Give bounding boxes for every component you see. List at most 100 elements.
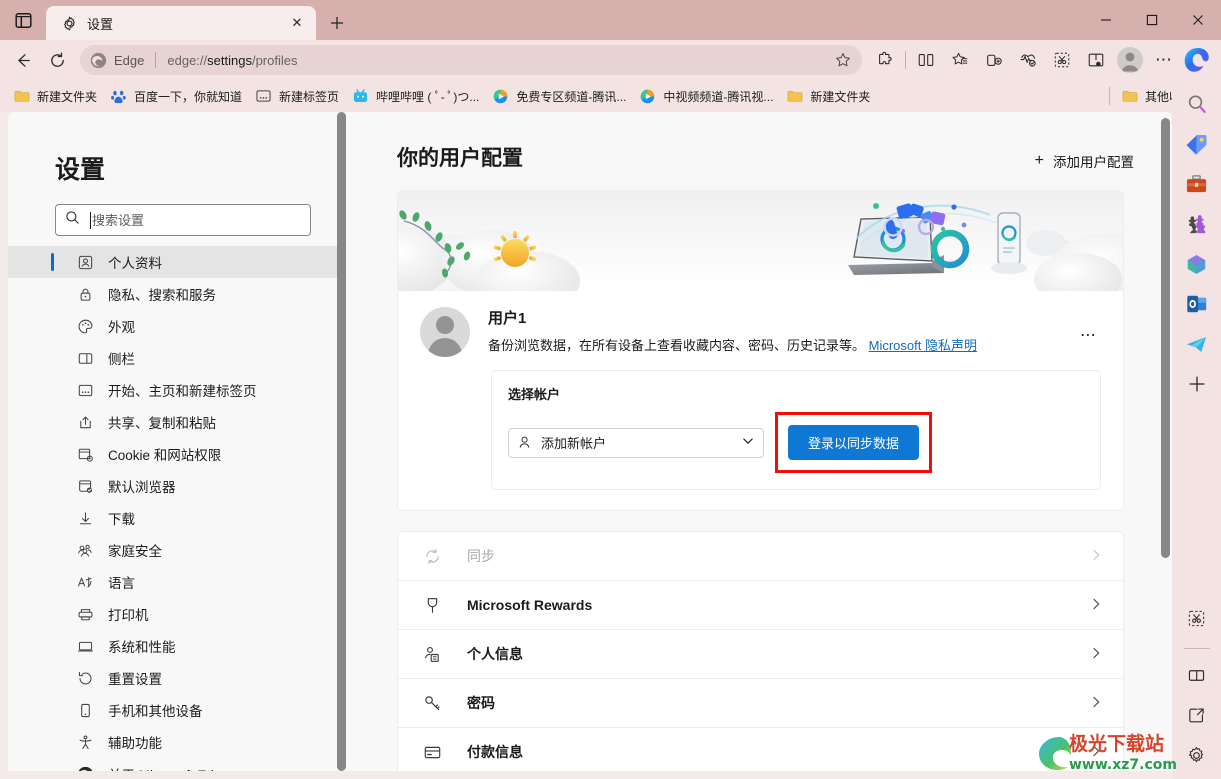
bookmark-label: 哔哩哔哩 ( ﾟ- ﾟ)つ... xyxy=(376,89,480,104)
scrollbar-thumb[interactable] xyxy=(1161,118,1170,558)
open-in-window-icon[interactable] xyxy=(1181,699,1213,731)
bookmark-item[interactable]: 免费专区频道-腾讯... xyxy=(487,84,632,108)
bookmark-item[interactable]: 百度一下，你就知道 xyxy=(105,84,248,108)
palette-icon xyxy=(76,317,94,335)
search-input[interactable] xyxy=(90,211,301,229)
edge-logo-icon xyxy=(76,765,94,771)
sidebar-item-about-edge[interactable]: 关于 Microsoft Edge xyxy=(8,758,338,771)
reset-icon xyxy=(76,669,94,687)
screenshot-icon[interactable] xyxy=(1045,45,1079,75)
choose-account-label: 选择帐户 xyxy=(508,387,561,402)
list-item-passwords[interactable]: 密码 xyxy=(398,679,1123,728)
scrollbar-thumb[interactable] xyxy=(337,112,346,771)
bookmark-label: 新建标签页 xyxy=(279,89,340,104)
favorite-star-icon[interactable] xyxy=(828,47,858,73)
sidebar-item-share-copy-paste[interactable]: 共享、复制和粘贴 xyxy=(8,406,338,438)
home-page-icon xyxy=(76,381,94,399)
search-sidebar-icon[interactable] xyxy=(1181,88,1213,120)
sidebar-item-system-performance[interactable]: 系统和性能 xyxy=(8,630,338,662)
sidebar-item-languages[interactable]: 语言 xyxy=(8,566,338,598)
list-item-sync[interactable]: 同步 xyxy=(398,532,1123,581)
baidu-icon xyxy=(111,89,127,104)
sidebar-item-profiles[interactable]: 个人资料 xyxy=(8,246,338,278)
read-aloud-icon[interactable] xyxy=(1079,45,1113,75)
tools-briefcase-icon[interactable] xyxy=(1181,168,1213,200)
sidebar-item-printers[interactable]: 打印机 xyxy=(8,598,338,630)
profile-text: 用户1 备份浏览数据，在所有设备上查看收藏内容、密码、历史记录等。 Micros… xyxy=(488,307,1073,357)
address-bar[interactable]: Edge edge://settings/profiles xyxy=(80,45,862,75)
bookmark-item[interactable]: 中视频频道-腾讯视... xyxy=(634,84,779,108)
bookmark-item[interactable]: 新建标签页 xyxy=(250,84,345,108)
cookie-icon xyxy=(76,445,94,463)
sidebar-item-privacy[interactable]: 隐私、搜索和服务 xyxy=(8,278,338,310)
person-icon xyxy=(517,435,532,450)
refresh-button[interactable] xyxy=(40,45,74,75)
toolbar-divider xyxy=(905,51,906,69)
favorites-icon[interactable] xyxy=(943,45,977,75)
account-select[interactable]: 添加新帐户 xyxy=(508,427,764,458)
extensions-icon[interactable] xyxy=(868,45,902,75)
profile-description: 备份浏览数据，在所有设备上查看收藏内容、密码、历史记录等。 Microsoft … xyxy=(488,335,1073,354)
content-scrollbar[interactable] xyxy=(1161,118,1170,763)
collections-icon[interactable] xyxy=(977,45,1011,75)
sidebar-item-phone-other-devices[interactable]: 手机和其他设备 xyxy=(8,694,338,726)
sidebar-item-accessibility[interactable]: 辅助功能 xyxy=(8,726,338,758)
sidebar-item-cookies[interactable]: Cookie 和网站权限 xyxy=(8,438,338,470)
content-title: 你的用户配置 xyxy=(397,147,523,170)
list-item-label: 同步 xyxy=(467,548,495,564)
sidebar-item-reset-settings[interactable]: 重置设置 xyxy=(8,662,338,694)
back-button[interactable] xyxy=(6,45,40,75)
add-sidebar-app-icon[interactable] xyxy=(1181,368,1213,400)
sidebar-item-start-home-newtab[interactable]: 开始、主页和新建标签页 xyxy=(8,374,338,406)
sidebar-item-sidebar[interactable]: 侧栏 xyxy=(8,342,338,374)
close-button[interactable] xyxy=(1175,0,1221,40)
choose-account-box: 选择帐户 添加新帐户 登录以同步数据 xyxy=(491,370,1101,490)
sidebar-item-family-safety[interactable]: 家庭安全 xyxy=(8,534,338,566)
sidebar-item-appearance[interactable]: 外观 xyxy=(8,310,338,342)
browser-settings-more-button[interactable]: ⋯ xyxy=(1147,45,1181,75)
new-tab-button[interactable] xyxy=(320,6,354,40)
search-settings-box[interactable] xyxy=(55,204,311,236)
telegram-icon[interactable] xyxy=(1181,328,1213,360)
content-header: 你的用户配置 + 添加用户配置 xyxy=(347,112,1172,172)
browser-tab[interactable]: 设置 ✕ xyxy=(46,6,316,40)
privacy-statement-link[interactable]: Microsoft 隐私声明 xyxy=(869,338,977,353)
minimize-button[interactable] xyxy=(1083,0,1129,40)
list-item-payment-info[interactable]: 付款信息 xyxy=(398,728,1123,771)
add-profile-button[interactable]: + 添加用户配置 xyxy=(1035,151,1134,171)
bookmark-item[interactable]: 新建文件夹 xyxy=(781,84,876,108)
sidebar-item-downloads[interactable]: 下载 xyxy=(8,502,338,534)
settings-main-content: 你的用户配置 + 添加用户配置 用户1 备份浏览数据，在所有设备上查看收藏内容、… xyxy=(347,112,1172,771)
list-item-personal-info[interactable]: 个人信息 xyxy=(398,630,1123,679)
gear-icon xyxy=(60,14,78,32)
tab-actions-icon[interactable] xyxy=(0,0,46,40)
settings-sidebar: 设置 个人资料 隐私、搜索和服务 xyxy=(8,112,338,771)
maximize-button[interactable] xyxy=(1129,0,1175,40)
close-icon[interactable]: ✕ xyxy=(286,12,308,34)
sidebar-icon xyxy=(76,349,94,367)
split-screen-sidebar-icon[interactable] xyxy=(1181,659,1213,691)
browser-essentials-icon[interactable] xyxy=(1011,45,1045,75)
bookmark-item[interactable]: 哔哩哔哩 ( ﾟ- ﾟ)つ... xyxy=(347,84,485,108)
games-icon[interactable] xyxy=(1181,208,1213,240)
sidebar-item-label: 打印机 xyxy=(108,608,149,623)
copilot-icon[interactable] xyxy=(1181,45,1215,75)
office-icon[interactable] xyxy=(1181,248,1213,280)
outlook-icon[interactable] xyxy=(1181,288,1213,320)
profile-more-button[interactable]: ⋯ xyxy=(1073,321,1103,349)
screenshot-sidebar-icon[interactable] xyxy=(1181,602,1213,634)
signin-sync-button[interactable]: 登录以同步数据 xyxy=(788,425,920,460)
split-screen-icon[interactable] xyxy=(909,45,943,75)
sidebar-item-default-browser[interactable]: 默认浏览器 xyxy=(8,470,338,502)
bookmark-item[interactable]: 新建文件夹 xyxy=(8,84,103,108)
profile-card: 用户1 备份浏览数据，在所有设备上查看收藏内容、密码、历史记录等。 Micros… xyxy=(397,190,1124,511)
profile-button[interactable] xyxy=(1113,45,1147,75)
trophy-icon xyxy=(421,594,443,616)
sidebar-settings-icon[interactable] xyxy=(1181,739,1213,771)
list-item-microsoft-rewards[interactable]: Microsoft Rewards xyxy=(398,581,1123,630)
tab-title: 设置 xyxy=(87,16,114,32)
sidebar-item-label: 外观 xyxy=(108,320,135,335)
settings-nav-scrollbar[interactable] xyxy=(337,112,346,771)
language-icon xyxy=(76,573,94,591)
shopping-tag-icon[interactable] xyxy=(1181,128,1213,160)
